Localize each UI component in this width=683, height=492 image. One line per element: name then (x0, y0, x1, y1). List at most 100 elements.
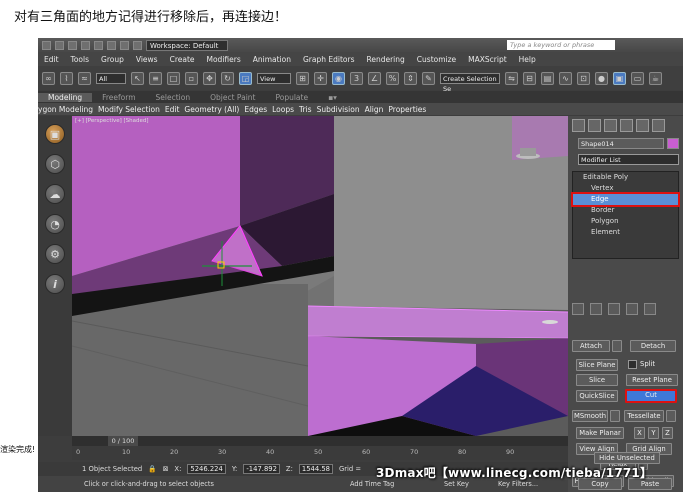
edit-named-sets-icon[interactable]: ✎ (422, 71, 435, 85)
scene-explorer-icon[interactable]: ▣ (45, 124, 65, 144)
cut-button[interactable]: Cut (625, 389, 677, 403)
window-crossing-icon[interactable]: ▫ (185, 71, 198, 85)
render-setup-icon[interactable]: ▣ (613, 71, 626, 85)
stack-vertex[interactable]: Vertex (573, 183, 678, 194)
selection-filter-dropdown[interactable]: All (96, 72, 126, 84)
link-icon[interactable]: ∞ (42, 71, 55, 85)
unlink-icon[interactable]: ⌇ (60, 71, 73, 85)
panel-geometry-all[interactable]: Geometry (All) (184, 105, 239, 114)
cloud-icon[interactable]: ☁ (45, 184, 65, 204)
menu-rendering[interactable]: Rendering (360, 55, 410, 64)
tab-selection[interactable]: Selection (146, 93, 201, 102)
planar-y-button[interactable]: Y (648, 427, 659, 439)
modify-tab-icon[interactable] (588, 119, 601, 132)
reference-coord-dropdown[interactable]: View (257, 72, 291, 84)
panel-subdivision[interactable]: Subdivision (317, 105, 360, 114)
add-time-tag-button[interactable]: Add Time Tag (350, 480, 394, 488)
stack-edge[interactable]: Edge (571, 192, 680, 207)
set-key-button[interactable]: Set Key (444, 480, 469, 488)
menu-create[interactable]: Create (164, 55, 201, 64)
rect-selection-icon[interactable]: □ (167, 71, 180, 85)
menu-tools[interactable]: Tools (65, 55, 95, 64)
tab-populate[interactable]: Populate (265, 93, 318, 102)
select-manipulate-icon[interactable]: ✛ (314, 71, 327, 85)
tab-modeling[interactable]: Modeling (38, 92, 93, 102)
menu-group[interactable]: Group (95, 55, 130, 64)
save-icon[interactable] (81, 40, 90, 50)
panel-loops[interactable]: Loops (272, 105, 294, 114)
select-scale-icon[interactable]: ◲ (239, 71, 252, 85)
menu-graph-editors[interactable]: Graph Editors (297, 55, 361, 64)
stack-polygon[interactable]: Polygon (573, 216, 678, 227)
project-icon[interactable] (120, 40, 129, 50)
settings-icon[interactable]: ⚙ (45, 244, 65, 264)
panel-edit[interactable]: Edit (165, 105, 180, 114)
menu-help[interactable]: Help (513, 55, 542, 64)
quickslice-button[interactable]: QuickSlice (576, 390, 618, 402)
viewport-perspective[interactable]: [+] [Perspective] [Shaded] (72, 116, 568, 436)
object-name-field[interactable]: Shape014 (578, 138, 664, 149)
split-checkbox[interactable] (628, 360, 637, 369)
new-icon[interactable] (55, 40, 64, 50)
utilities-tab-icon[interactable] (652, 119, 665, 132)
undo-icon[interactable] (94, 40, 103, 50)
stack-border[interactable]: Border (573, 205, 678, 216)
mirror-icon[interactable]: ⇋ (505, 71, 518, 85)
hide-unselected-button[interactable]: Hide Unselected (594, 452, 660, 464)
panel-properties[interactable]: Properties (388, 105, 426, 114)
slice-plane-button[interactable]: Slice Plane (576, 359, 618, 371)
show-end-result-icon[interactable] (590, 303, 602, 315)
key-filters-button[interactable]: Key Filters... (498, 480, 538, 488)
panel-polygon-modeling[interactable]: ygon Modeling (38, 105, 93, 114)
tab-object-paint[interactable]: Object Paint (200, 93, 265, 102)
ribbon-options-icon[interactable]: ▪▾ (318, 93, 347, 102)
percent-snap-icon[interactable]: % (386, 71, 399, 85)
named-selection-dropdown[interactable]: Create Selection Se (440, 72, 500, 93)
modifier-list-dropdown[interactable]: Modifier List (578, 154, 679, 165)
tab-freeform[interactable]: Freeform (92, 93, 145, 102)
redo-icon[interactable] (107, 40, 116, 50)
make-unique-icon[interactable] (608, 303, 620, 315)
viewport-label[interactable]: [+] [Perspective] [Shaded] (75, 118, 149, 124)
tessellate-button[interactable]: Tessellate (624, 410, 664, 422)
object-color-swatch[interactable] (667, 138, 679, 149)
make-planar-button[interactable]: Make Planar (576, 427, 624, 439)
box-icon[interactable]: ⬡ (45, 154, 65, 174)
create-tab-icon[interactable] (572, 119, 585, 132)
snap-icon[interactable]: 3 (350, 71, 363, 85)
panel-edges[interactable]: Edges (244, 105, 267, 114)
app-icon[interactable] (42, 40, 51, 50)
align-icon[interactable]: ⊟ (523, 71, 536, 85)
absolute-mode-icon[interactable]: ⊠ (163, 465, 169, 473)
tessellate-settings-button[interactable] (666, 410, 676, 422)
curve-editor-icon[interactable]: ∿ (559, 71, 572, 85)
panel-align[interactable]: Align (365, 105, 384, 114)
pin-stack-icon[interactable] (572, 303, 584, 315)
remove-modifier-icon[interactable] (626, 303, 638, 315)
planar-x-button[interactable]: X (634, 427, 645, 439)
attach-button[interactable]: Attach (572, 340, 610, 352)
select-move-icon[interactable]: ✥ (203, 71, 216, 85)
menu-maxscript[interactable]: MAXScript (462, 55, 513, 64)
configure-sets-icon[interactable] (644, 303, 656, 315)
search-input[interactable]: Type a keyword or phrase (507, 40, 615, 50)
schematic-icon[interactable]: ⊡ (577, 71, 590, 85)
detach-button[interactable]: Detach (630, 340, 676, 352)
spinner-snap-icon[interactable]: ⇕ (404, 71, 417, 85)
slice-button[interactable]: Slice (576, 374, 618, 386)
track-bar[interactable]: 0 10 20 30 40 50 60 70 80 90 (72, 446, 568, 460)
open-icon[interactable] (68, 40, 77, 50)
menu-customize[interactable]: Customize (411, 55, 462, 64)
menu-edit[interactable]: Edit (38, 55, 65, 64)
select-object-icon[interactable]: ↖ (131, 71, 144, 85)
planar-z-button[interactable]: Z (662, 427, 673, 439)
pivot-icon[interactable]: ⊞ (296, 71, 309, 85)
z-coord-field[interactable]: 1544.58 (298, 464, 333, 474)
info-icon[interactable]: i (45, 274, 65, 294)
lock-icon[interactable]: 🔒 (148, 465, 156, 473)
select-rotate-icon[interactable]: ↻ (221, 71, 234, 85)
attach-list-button[interactable] (612, 340, 622, 352)
motion-tab-icon[interactable] (620, 119, 633, 132)
menu-animation[interactable]: Animation (247, 55, 297, 64)
panel-modify-selection[interactable]: Modify Selection (98, 105, 160, 114)
